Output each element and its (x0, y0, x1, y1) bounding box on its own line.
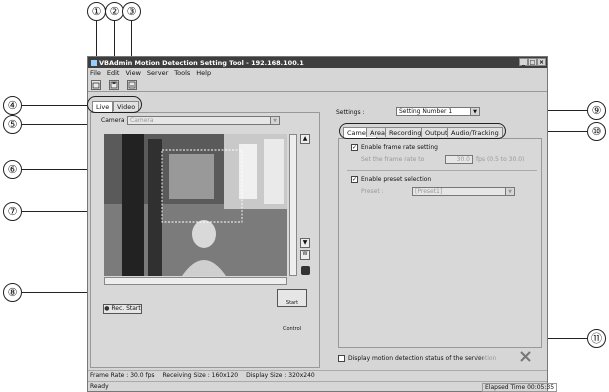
camera-image (104, 134, 287, 276)
chevron-down-icon: ▼ (270, 117, 279, 124)
callout-6: ⑥ (3, 160, 22, 179)
menu-tools[interactable]: Tools (174, 69, 190, 77)
display-size-status: Display Size : 320x240 (246, 372, 315, 379)
window-title: VBAdmin Motion Detection Setting Tool - … (99, 58, 304, 67)
video-vscrollbar[interactable] (289, 134, 297, 276)
callout-4: ④ (3, 96, 22, 115)
menu-bar: File Edit View Server Tools Help (88, 68, 547, 78)
elapsed-time: Elapsed Time 00:05:35 (482, 383, 558, 392)
frame-rate-input[interactable]: 30.0 (445, 155, 473, 164)
zoom-up-button[interactable]: ▲ (300, 134, 310, 144)
toolbar (88, 78, 547, 92)
title-bar: VBAdmin Motion Detection Setting Tool - … (88, 57, 547, 68)
zoom-down-button[interactable]: ▼ (300, 238, 310, 248)
callout-7: ⑦ (3, 202, 22, 221)
callout-3: ③ (122, 2, 141, 21)
maximize-button[interactable]: □ (528, 58, 537, 66)
frame-rate-unit: fps (0.5 to 30.0) (476, 156, 525, 163)
display-status-label: Display motion detection status of the s… (348, 355, 484, 362)
settings-value: Setting Number 1 (399, 108, 453, 115)
ready-status: Ready (90, 383, 109, 390)
info-bar: Frame Rate : 30.0 fps Receiving Size : 1… (88, 370, 547, 380)
camera-label: Camera : (101, 117, 129, 124)
preset-label: Preset : (361, 188, 384, 195)
open-icon[interactable] (91, 80, 101, 90)
camera-dropdown[interactable]: Camera ▼ (127, 116, 280, 125)
callout-9: ⑨ (587, 101, 606, 120)
menu-help[interactable]: Help (196, 69, 211, 77)
preset-value: [Preset1] (415, 188, 443, 195)
app-icon (91, 59, 97, 66)
app-window: VBAdmin Motion Detection Setting Tool - … (87, 56, 558, 392)
save-icon[interactable] (109, 80, 119, 90)
display-status-checkbox[interactable] (338, 355, 345, 362)
callout-10: ⑩ (587, 122, 606, 141)
callout-8: ⑧ (3, 283, 22, 302)
settings-label: Settings : (336, 109, 365, 116)
menu-server[interactable]: Server (147, 69, 168, 77)
save-as-icon[interactable] (127, 80, 137, 90)
rec-start-button[interactable]: ● Rec. Start (103, 304, 142, 314)
motion-label: Motion (476, 355, 497, 362)
live-panel: Camera : Camera ▼ ▲ ▼ W Start Control ● … (90, 112, 320, 368)
start-control-button[interactable]: Start Control (277, 289, 307, 332)
frame-rate-check-label: Enable frame rate setting (361, 144, 438, 151)
callout-5: ⑤ (3, 115, 22, 134)
receiving-size-status: Receiving Size : 160x120 (162, 372, 239, 379)
start-control-label: Start Control (282, 300, 302, 332)
chevron-down-icon: ▼ (505, 188, 514, 195)
preset-check-label: Enable preset selection (361, 176, 432, 183)
preset-dropdown[interactable]: [Preset1] ▼ (412, 187, 515, 196)
camera-value: Camera (130, 117, 154, 124)
frame-rate-status: Frame Rate : 30.0 fps (90, 372, 155, 379)
menu-view[interactable]: View (125, 69, 140, 77)
video-hscrollbar[interactable] (104, 277, 287, 285)
record-dot-icon: ● (104, 305, 110, 312)
frame-rate-label: Set the frame rate to (361, 156, 425, 163)
video-view[interactable] (104, 134, 287, 276)
minimize-button[interactable]: _ (519, 58, 528, 66)
callout-1: ① (87, 2, 106, 21)
settings-dropdown[interactable]: Setting Number 1 ▼ (396, 107, 480, 116)
frame-rate-checkbox[interactable]: ✓ (351, 144, 358, 151)
settings-tabs-highlight (339, 123, 506, 139)
tabs-highlight (87, 96, 142, 113)
rec-start-label: Rec. Start (111, 305, 141, 312)
person-icon[interactable] (301, 266, 310, 275)
status-bar: Ready Elapsed Time 00:05:35 (88, 381, 558, 392)
preset-checkbox[interactable]: ✓ (351, 176, 358, 183)
zoom-wide-icon[interactable]: W (300, 250, 310, 260)
divider (347, 170, 537, 171)
callout-11: ⑪ (587, 329, 606, 348)
menu-file[interactable]: File (90, 69, 101, 77)
menu-edit[interactable]: Edit (107, 69, 120, 77)
left-pane: Live Video Camera : Camera ▼ ▲ ▼ W Start… (88, 93, 325, 369)
close-button[interactable]: × (537, 58, 546, 66)
motion-status-icon (519, 350, 532, 363)
chevron-down-icon: ▼ (470, 108, 479, 115)
camera-tab-panel: ✓ Enable frame rate setting Set the fram… (338, 138, 542, 348)
callout-4-line (22, 105, 88, 107)
